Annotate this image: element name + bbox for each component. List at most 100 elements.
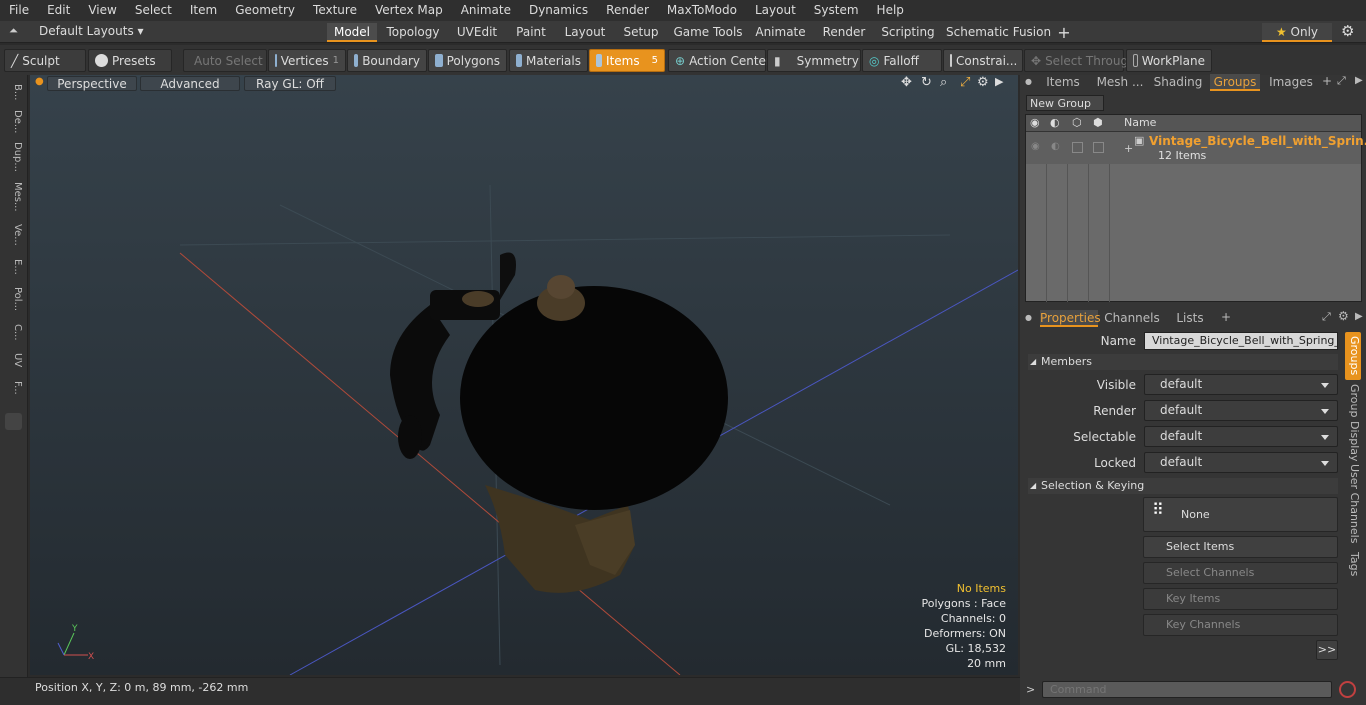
- left-tab-fusion[interactable]: F...: [4, 375, 23, 401]
- tab-groups[interactable]: Groups: [1210, 74, 1260, 91]
- viewport-more-icon[interactable]: ▶: [995, 75, 1003, 88]
- side-tab-tags[interactable]: Tags: [1345, 548, 1361, 580]
- left-tab-polygon[interactable]: Pol...: [4, 283, 23, 315]
- command-input[interactable]: [1042, 681, 1332, 698]
- menu-dynamics[interactable]: Dynamics: [520, 0, 597, 21]
- menu-select[interactable]: Select: [126, 0, 181, 21]
- group-name-field[interactable]: Vintage_Bicycle_Bell_with_Spring_Han: [1144, 332, 1338, 350]
- more-button[interactable]: >>: [1316, 640, 1338, 660]
- side-tab-group-display[interactable]: Group Display: [1345, 384, 1361, 462]
- tab-shading[interactable]: Shading: [1150, 74, 1206, 91]
- tab-items[interactable]: Items: [1036, 74, 1090, 91]
- zoom-view-icon[interactable]: ⌕: [940, 75, 947, 90]
- record-icon[interactable]: [1339, 681, 1356, 698]
- menu-layout[interactable]: Layout: [746, 0, 805, 21]
- locked-dropdown[interactable]: default: [1144, 452, 1338, 473]
- sculpt-button[interactable]: ╱ Sculpt: [4, 49, 86, 72]
- tab-animate[interactable]: Animate: [753, 23, 808, 42]
- left-tab-basic[interactable]: B...: [4, 79, 23, 105]
- action-center-button[interactable]: ⊕ Action Center: [668, 49, 771, 72]
- 3d-viewport[interactable]: Y X No Items Polygons : Face Channels: 0…: [30, 75, 1018, 675]
- none-selector[interactable]: ⠿ None: [1143, 497, 1338, 532]
- polygons-button[interactable]: Polygons: [428, 49, 507, 72]
- shading-button[interactable]: Advanced: [140, 76, 240, 91]
- collapse-arrow-icon[interactable]: ⏶: [9, 24, 18, 38]
- menu-edit[interactable]: Edit: [38, 0, 79, 21]
- menu-view[interactable]: View: [79, 0, 125, 21]
- side-tab-user-channels[interactable]: User Channels: [1345, 464, 1361, 543]
- tab-render[interactable]: Render: [818, 23, 870, 42]
- key-channels-button[interactable]: Key Channels: [1143, 614, 1338, 636]
- menu-texture[interactable]: Texture: [304, 0, 366, 21]
- row-lock-box[interactable]: [1072, 142, 1083, 153]
- viewport-dot-icon[interactable]: ●: [35, 76, 44, 87]
- group-row[interactable]: ◉ ◐ + ▣ Vintage_Bicycle_Bell_with_Sprin.…: [1026, 132, 1366, 164]
- tab-game-tools[interactable]: Game Tools: [672, 23, 744, 42]
- rotate-view-icon[interactable]: ↻: [921, 75, 932, 90]
- expand-lower-panel-icon[interactable]: ⤢: [1322, 310, 1331, 324]
- tab-model[interactable]: Model: [327, 23, 377, 42]
- tab-topology[interactable]: Topology: [384, 23, 442, 42]
- expand-plus-icon[interactable]: +: [1124, 142, 1133, 155]
- only-toggle[interactable]: ★ Only: [1262, 23, 1332, 42]
- selection-keying-section[interactable]: ◢ Selection & Keying: [1028, 478, 1338, 494]
- tab-scripting[interactable]: Scripting: [880, 23, 936, 42]
- tab-properties[interactable]: Properties: [1040, 310, 1101, 327]
- left-tab-toggle[interactable]: [5, 413, 22, 430]
- vertices-button[interactable]: Vertices 1: [268, 49, 346, 72]
- lower-panel-dot-icon[interactable]: ●: [1025, 313, 1032, 322]
- add-lower-tab-icon[interactable]: +: [1221, 310, 1231, 324]
- visible-dropdown[interactable]: default: [1144, 374, 1338, 395]
- left-tab-edge[interactable]: E...: [4, 255, 23, 279]
- left-tab-curve[interactable]: C...: [4, 319, 23, 345]
- menu-maxtomodo[interactable]: MaxToModo: [658, 0, 746, 21]
- tab-paint[interactable]: Paint: [512, 23, 550, 42]
- menu-file[interactable]: File: [0, 0, 38, 21]
- viewport-gear-icon[interactable]: ⚙: [977, 75, 989, 90]
- menu-help[interactable]: Help: [868, 0, 913, 21]
- tab-schematic-fusion[interactable]: Schematic Fusion: [946, 23, 1051, 42]
- auto-select-button[interactable]: Auto Select: [183, 49, 267, 72]
- select-channels-button[interactable]: Select Channels: [1143, 562, 1338, 584]
- key-items-button[interactable]: Key Items: [1143, 588, 1338, 610]
- panel-menu-arrow-icon[interactable]: ▶: [1355, 75, 1363, 86]
- left-tab-mesh-edit[interactable]: Mes...: [4, 179, 23, 215]
- tab-layout[interactable]: Layout: [560, 23, 610, 42]
- menu-vertex-map[interactable]: Vertex Map: [366, 0, 452, 21]
- menu-item[interactable]: Item: [181, 0, 226, 21]
- lower-panel-gear-icon[interactable]: ⚙: [1338, 309, 1349, 323]
- raygl-button[interactable]: Ray GL: Off: [244, 76, 336, 91]
- row-eye-icon[interactable]: ◉: [1031, 141, 1040, 152]
- new-group-button[interactable]: New Group: [1026, 95, 1104, 111]
- symmetry-button[interactable]: ▮ Symmetry: [767, 49, 861, 72]
- group-name[interactable]: Vintage_Bicycle_Bell_with_Sprin...: [1149, 134, 1366, 148]
- tab-mesh[interactable]: Mesh ...: [1092, 74, 1148, 91]
- upper-panel-dot-icon[interactable]: ●: [1025, 77, 1032, 86]
- workplane-button[interactable]: WorkPlane: [1126, 49, 1212, 72]
- fit-view-icon[interactable]: ⤢: [960, 75, 970, 90]
- row-render-icon[interactable]: ◐: [1051, 141, 1060, 152]
- layout-selector[interactable]: Default Layouts ▾: [39, 24, 144, 38]
- expand-panel-icon[interactable]: ⤢: [1337, 74, 1346, 88]
- left-tab-deform[interactable]: De...: [4, 107, 23, 137]
- left-tab-duplicate[interactable]: Dup...: [4, 141, 23, 173]
- boundary-button[interactable]: Boundary: [347, 49, 427, 72]
- perspective-button[interactable]: Perspective: [47, 76, 137, 91]
- select-items-button[interactable]: Select Items: [1143, 536, 1338, 558]
- menu-geometry[interactable]: Geometry: [226, 0, 304, 21]
- falloff-button[interactable]: ◎ Falloff: [862, 49, 942, 72]
- tab-uvedit[interactable]: UVEdit: [452, 23, 502, 42]
- left-tab-uv[interactable]: UV: [4, 349, 23, 371]
- tab-setup[interactable]: Setup: [620, 23, 662, 42]
- tab-lists[interactable]: Lists: [1166, 310, 1214, 327]
- items-button[interactable]: Items 5: [589, 49, 665, 72]
- menu-system[interactable]: System: [805, 0, 868, 21]
- add-panel-tab-icon[interactable]: +: [1322, 74, 1332, 88]
- presets-button[interactable]: Presets: [88, 49, 172, 72]
- tab-images[interactable]: Images: [1264, 74, 1318, 91]
- row-select-box[interactable]: [1093, 142, 1104, 153]
- tab-channels[interactable]: Channels: [1104, 310, 1160, 327]
- left-tab-vertex[interactable]: Ve...: [4, 221, 23, 249]
- add-tab-button[interactable]: +: [1054, 23, 1074, 42]
- gear-icon[interactable]: ⚙: [1341, 22, 1354, 40]
